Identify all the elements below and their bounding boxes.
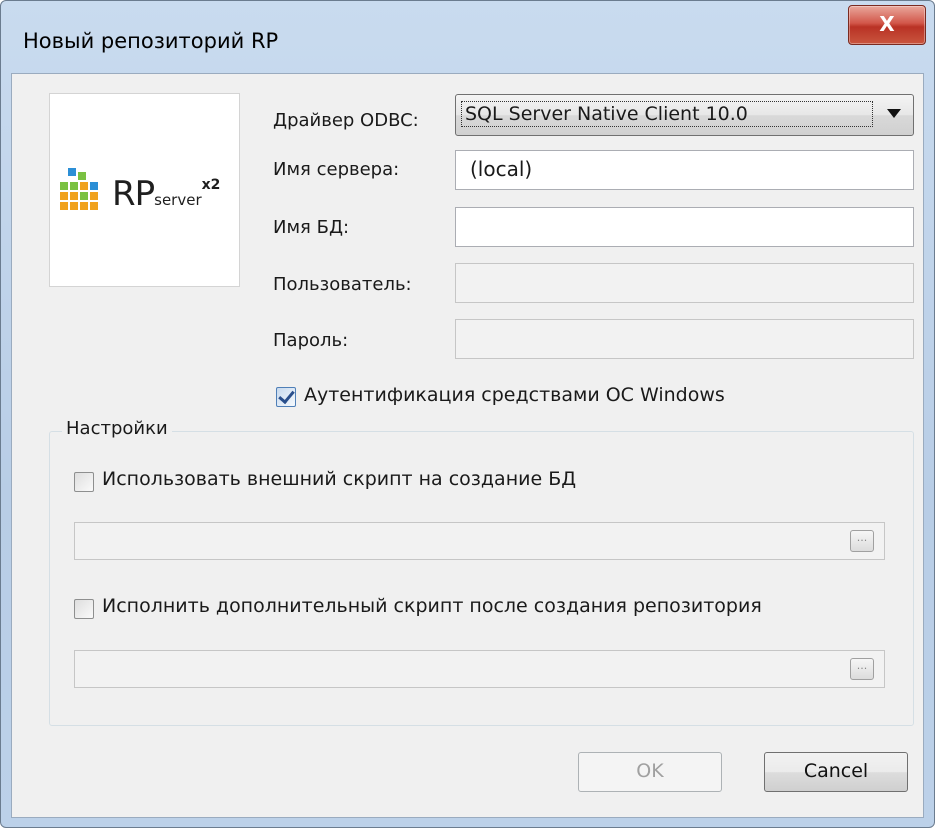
logo-panel: RPserverx2 <box>49 93 240 287</box>
extra-script-path-input[interactable] <box>74 650 885 688</box>
external-script-browse-button[interactable]: ... <box>850 530 874 552</box>
title-bar[interactable]: Новый репозиторий RP X <box>1 1 934 81</box>
logo-text: RPserverx2 <box>112 174 220 214</box>
driver-select[interactable]: SQL Server Native Client 10.0 <box>455 94 914 136</box>
server-input[interactable]: (local) <box>455 150 914 190</box>
driver-select-value: SQL Server Native Client 10.0 <box>461 101 873 127</box>
window-title: Новый репозиторий RP <box>23 29 279 53</box>
windows-auth-checkbox[interactable] <box>276 386 296 407</box>
settings-group-title: Настройки <box>62 418 172 439</box>
cancel-button[interactable]: Cancel <box>764 752 908 792</box>
close-button[interactable]: X <box>848 5 926 45</box>
dialog-window: Новый репозиторий RP X RPserverx2 Драйве… <box>0 0 935 828</box>
dropdown-arrow-icon <box>887 109 901 118</box>
external-script-checkbox[interactable] <box>74 472 94 492</box>
windows-auth-label[interactable]: Аутентификация средствами ОС Windows <box>304 384 725 406</box>
external-script-path-input[interactable] <box>74 522 885 560</box>
user-label: Пользователь: <box>273 274 412 295</box>
extra-script-label[interactable]: Исполнить дополнительный скрипт после со… <box>102 595 762 617</box>
close-icon: X <box>879 12 895 36</box>
rp-logo-icon <box>60 168 98 210</box>
logo-server: server <box>154 191 202 209</box>
checkmark-icon <box>278 386 295 405</box>
dialog-body: RPserverx2 Драйвер ODBC: SQL Server Nati… <box>11 73 924 818</box>
password-label: Пароль: <box>273 330 349 351</box>
external-script-label[interactable]: Использовать внешний скрипт на создание … <box>102 468 576 490</box>
user-input[interactable] <box>455 263 914 303</box>
password-input[interactable] <box>455 319 914 359</box>
extra-script-browse-button[interactable]: ... <box>850 658 874 680</box>
driver-label: Драйвер ODBC: <box>273 110 419 131</box>
server-label: Имя сервера: <box>273 159 400 180</box>
browse-icon: ... <box>856 531 868 544</box>
db-label: Имя БД: <box>273 217 350 238</box>
ok-button[interactable]: OK <box>578 752 722 792</box>
logo-x2: x2 <box>201 177 221 193</box>
logo-rp: RP <box>112 174 155 214</box>
browse-icon: ... <box>856 659 868 672</box>
extra-script-checkbox[interactable] <box>74 599 94 619</box>
db-name-input[interactable] <box>455 207 914 247</box>
